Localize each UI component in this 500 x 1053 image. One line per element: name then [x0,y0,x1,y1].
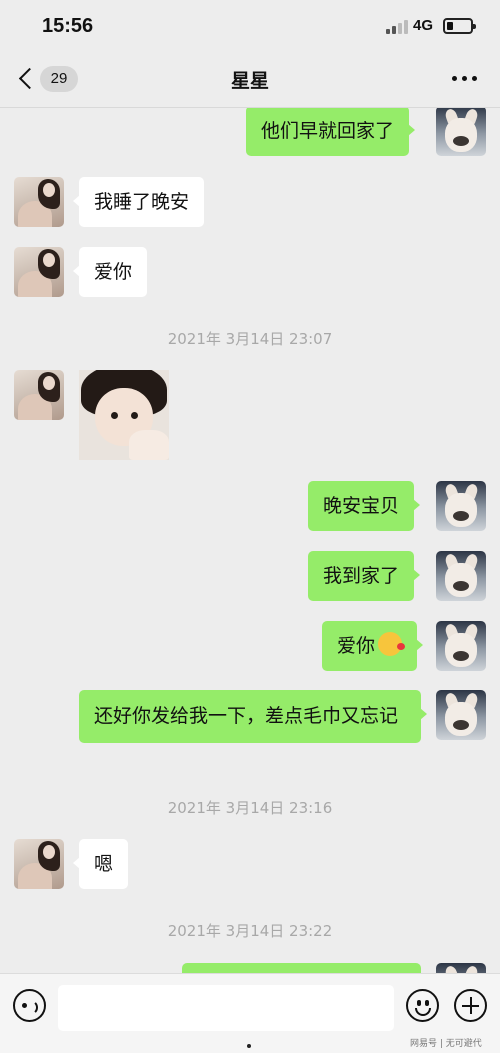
kissing-face-emoji-icon [378,632,406,656]
message-text: 爱你 [337,635,376,657]
message-bubble-sent-partial[interactable] [182,963,421,973]
voice-input-button[interactable] [13,989,46,1022]
message-bubble-sent[interactable]: 我到家了 [308,551,421,601]
status-time: 15:56 [42,15,94,37]
my-avatar[interactable] [436,551,486,601]
chevron-left-icon [18,67,41,90]
message-timestamp: 2021年 3月14日 23:16 [167,799,333,817]
my-avatar[interactable] [436,108,486,156]
status-bar: 15:56 4G [0,0,500,52]
message-bubble-sent[interactable]: 他们早就回家了 [246,108,416,156]
message-bubble-received[interactable]: 嗯 [72,839,129,889]
more-functions-button[interactable] [454,989,487,1022]
home-indicator [247,1044,251,1048]
message-bubble-sent[interactable]: 还好你发给我一下，差点毛巾又忘记 [79,690,427,743]
contact-avatar[interactable] [14,839,64,889]
message-bubble-sent[interactable]: 晚安宝贝 [308,481,421,531]
back-button[interactable]: 29 [18,64,80,94]
my-avatar[interactable] [436,621,486,671]
my-avatar[interactable] [436,963,486,973]
my-avatar[interactable] [436,690,486,740]
signal-icon [386,20,408,34]
message-timestamp: 2021年 3月14日 23:07 [167,330,333,348]
message-bubble-received[interactable]: 爱你 [72,247,148,297]
chat-title: 星星 [230,70,269,92]
message-timestamp: 2021年 3月14日 23:22 [167,922,333,940]
image-message-toddler-photo[interactable] [79,370,169,460]
watermark-text: 网易号 | 无可避代 [410,1039,482,1049]
message-input[interactable] [58,985,394,1031]
my-avatar[interactable] [436,481,486,531]
battery-icon [443,18,476,34]
message-list[interactable]: 他们早就回家了 我睡了晚安 爱你 2021年 3月14日 23:07 晚安宝贝 … [0,107,500,973]
input-bar: 网易号 | 无可避代 [0,973,500,1053]
unread-count-badge: 29 [40,66,78,92]
more-options-button[interactable] [452,76,478,84]
emoji-button[interactable] [406,989,439,1022]
chat-header: 29 星星 [0,52,500,107]
contact-avatar[interactable] [14,370,64,420]
network-type: 4G [413,17,434,34]
contact-avatar[interactable] [14,177,64,227]
message-bubble-sent[interactable]: 爱你 [322,621,424,671]
contact-avatar[interactable] [14,247,64,297]
message-bubble-received[interactable]: 我睡了晚安 [72,177,205,227]
